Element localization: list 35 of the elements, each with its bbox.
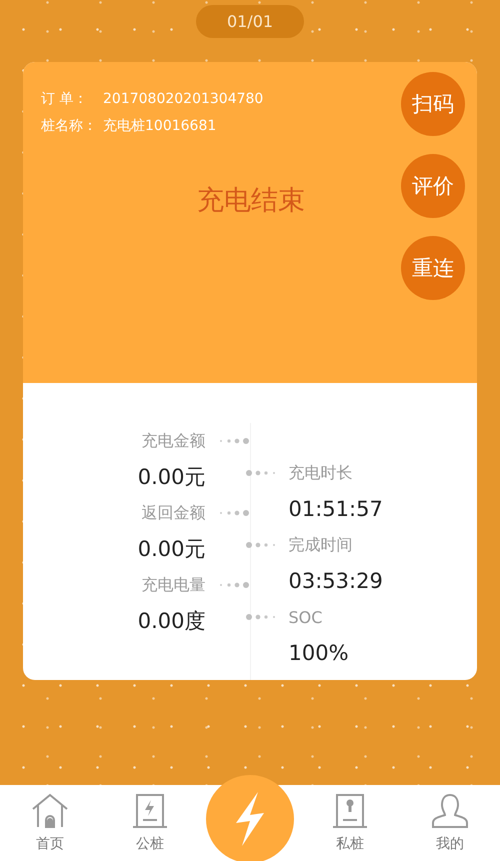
- station-label: 桩名称：: [41, 117, 98, 136]
- dots-icon: [244, 613, 276, 621]
- action-button[interactable]: 扫码: [401, 72, 465, 136]
- stat-label: 充电金额: [142, 430, 206, 452]
- stat-value: 0.00元: [138, 464, 206, 491]
- stat-value: 01:51:57: [288, 497, 383, 521]
- action-button[interactable]: 重连: [401, 236, 465, 300]
- stat-label: 充电时长: [288, 462, 352, 484]
- stat-label: 返回金额: [142, 502, 206, 524]
- order-number: 201708020201304780: [103, 90, 264, 109]
- stat-label: 完成时间: [288, 534, 352, 556]
- order-label: 订 单：: [41, 90, 88, 109]
- dots-icon: [244, 541, 276, 549]
- tab-item[interactable]: 我的: [400, 785, 500, 861]
- stat-value: 100%: [288, 641, 349, 665]
- dots-icon: [218, 437, 250, 445]
- house-icon: [31, 793, 69, 829]
- stat-value: 0.00度: [138, 608, 206, 635]
- station-name: 充电桩10016681: [103, 117, 216, 136]
- action-button[interactable]: 评价: [401, 154, 465, 218]
- charging-status: 充电结束: [196, 184, 306, 218]
- tab-item[interactable]: 首页: [0, 785, 100, 861]
- stat-value: 03:53:29: [288, 569, 383, 593]
- stat-value: 0.00元: [138, 536, 206, 563]
- charger-lock-icon: [331, 793, 369, 829]
- dots-icon: [218, 581, 250, 589]
- dots-icon: [218, 509, 250, 517]
- tab-item[interactable]: 公桩: [100, 785, 200, 861]
- tab-item[interactable]: 私桩: [300, 785, 400, 861]
- user-icon: [431, 793, 469, 829]
- stat-label: 充电电量: [142, 574, 206, 596]
- dots-icon: [244, 469, 276, 477]
- charger-icon: [131, 793, 169, 829]
- page-indicator: 01/01: [196, 5, 304, 38]
- stat-label: SOC: [288, 608, 322, 626]
